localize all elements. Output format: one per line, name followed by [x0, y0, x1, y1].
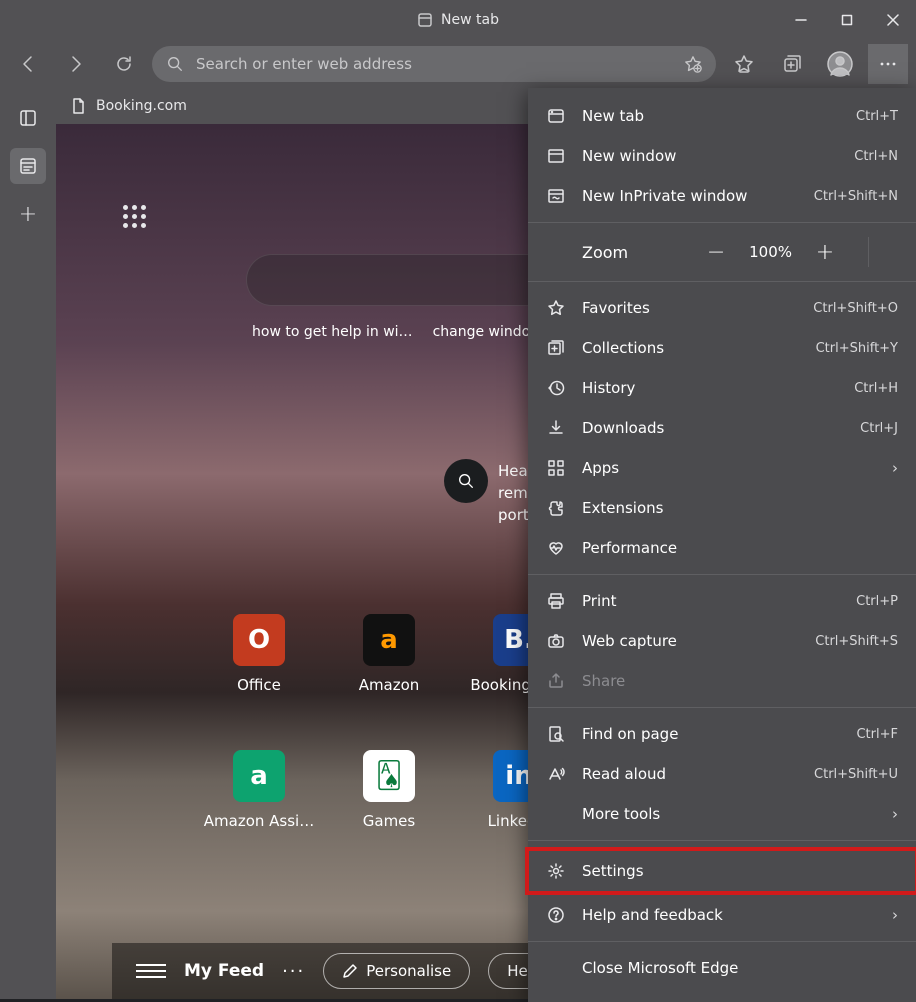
- news-headline[interactable]: Hea rem port: [498, 460, 529, 526]
- favorites-button[interactable]: [724, 44, 764, 84]
- suggestion-item[interactable]: how to get help in wi…: [252, 324, 413, 340]
- tile-icon: 🂡: [363, 750, 415, 802]
- zoom-value: 100%: [749, 243, 792, 261]
- quick-link-tile[interactable]: a Amazon Assi…: [194, 750, 324, 830]
- app-launcher-icon[interactable]: [120, 202, 148, 230]
- vertical-tab-rail: +: [0, 88, 56, 999]
- chevron-right-icon: ›: [892, 906, 898, 924]
- quick-link-tile[interactable]: O Office: [194, 614, 324, 694]
- menu-zoom: Zoom − 100% +: [528, 229, 916, 275]
- download-icon: [546, 418, 566, 438]
- tile-label: Amazon: [359, 676, 420, 694]
- tile-icon: a: [363, 614, 415, 666]
- share-icon: [546, 671, 566, 691]
- heart-pulse-icon: [546, 538, 566, 558]
- puzzle-icon: [546, 498, 566, 518]
- tile-label: Games: [363, 812, 415, 830]
- news-search-icon[interactable]: [444, 459, 488, 503]
- collections-icon: [546, 338, 566, 358]
- feed-title: My Feed: [184, 961, 264, 981]
- collections-button[interactable]: [772, 44, 812, 84]
- feed-more-button[interactable]: ···: [282, 961, 305, 982]
- titlebar: New tab: [0, 0, 916, 40]
- window-title-text: New tab: [441, 12, 499, 28]
- feed-menu-button[interactable]: [136, 964, 166, 978]
- more-menu-button[interactable]: [868, 44, 908, 84]
- menu-history[interactable]: History Ctrl+H: [528, 368, 916, 408]
- menu-extensions[interactable]: Extensions: [528, 488, 916, 528]
- history-icon: [546, 378, 566, 398]
- search-icon: [166, 55, 184, 73]
- tile-icon: O: [233, 614, 285, 666]
- quick-link-tile[interactable]: a Amazon: [324, 614, 454, 694]
- window-close-button[interactable]: [870, 0, 916, 40]
- menu-performance[interactable]: Performance: [528, 528, 916, 568]
- apps-icon: [546, 458, 566, 478]
- quick-link-tile[interactable]: 🂡 Games: [324, 750, 454, 830]
- profile-button[interactable]: [820, 44, 860, 84]
- menu-new-tab[interactable]: New tab Ctrl+T: [528, 96, 916, 136]
- address-bar[interactable]: [152, 46, 716, 82]
- read-aloud-icon: [546, 764, 566, 784]
- personalise-button[interactable]: Personalise: [323, 953, 470, 989]
- menu-new-window[interactable]: New window Ctrl+N: [528, 136, 916, 176]
- tile-label: Office: [237, 676, 281, 694]
- fullscreen-button[interactable]: [868, 237, 898, 267]
- toolbar: [0, 40, 916, 88]
- menu-downloads[interactable]: Downloads Ctrl+J: [528, 408, 916, 448]
- new-tab-button[interactable]: +: [10, 196, 46, 232]
- chevron-right-icon: ›: [892, 459, 898, 477]
- menu-print[interactable]: Print Ctrl+P: [528, 581, 916, 621]
- tile-icon: a: [233, 750, 285, 802]
- refresh-button[interactable]: [104, 44, 144, 84]
- menu-apps[interactable]: Apps ›: [528, 448, 916, 488]
- menu-collections[interactable]: Collections Ctrl+Shift+Y: [528, 328, 916, 368]
- quick-links: OOfficeaAmazonB.Booking.comaAmazon Assi……: [194, 614, 584, 830]
- menu-share: Share: [528, 661, 916, 701]
- menu-help[interactable]: Help and feedback ›: [528, 895, 916, 935]
- menu-close-edge[interactable]: Close Microsoft Edge: [528, 948, 916, 988]
- tile-label: Amazon Assi…: [204, 812, 314, 830]
- settings-menu: New tab Ctrl+T New window Ctrl+N New InP…: [528, 88, 916, 1002]
- address-input[interactable]: [196, 55, 672, 73]
- search-suggestions: how to get help in wi… change windows: [246, 324, 555, 340]
- back-button[interactable]: [8, 44, 48, 84]
- page-icon: [70, 98, 86, 114]
- camera-icon: [546, 631, 566, 651]
- forward-button[interactable]: [56, 44, 96, 84]
- gear-icon: [546, 861, 566, 881]
- window-minimize-button[interactable]: [778, 0, 824, 40]
- menu-favorites[interactable]: Favorites Ctrl+Shift+O: [528, 288, 916, 328]
- window-icon: [546, 146, 566, 166]
- current-tab-button[interactable]: [10, 148, 46, 184]
- print-icon: [546, 591, 566, 611]
- inprivate-icon: [546, 186, 566, 206]
- menu-read-aloud[interactable]: Read aloud Ctrl+Shift+U: [528, 754, 916, 794]
- new-tab-icon: [546, 106, 566, 126]
- tab-actions-button[interactable]: [10, 100, 46, 136]
- zoom-in-button[interactable]: +: [814, 241, 836, 263]
- chevron-right-icon: ›: [892, 805, 898, 823]
- menu-find-on-page[interactable]: Find on page Ctrl+F: [528, 714, 916, 754]
- window-maximize-button[interactable]: [824, 0, 870, 40]
- add-favorite-icon[interactable]: [684, 55, 702, 73]
- search-page-icon: [546, 724, 566, 744]
- star-icon: [546, 298, 566, 318]
- menu-more-tools[interactable]: More tools ›: [528, 794, 916, 834]
- menu-inprivate[interactable]: New InPrivate window Ctrl+Shift+N: [528, 176, 916, 216]
- zoom-out-button[interactable]: −: [705, 241, 727, 263]
- menu-settings[interactable]: Settings: [528, 847, 916, 895]
- tab-label[interactable]: Booking.com: [96, 98, 187, 114]
- menu-web-capture[interactable]: Web capture Ctrl+Shift+S: [528, 621, 916, 661]
- help-icon: [546, 905, 566, 925]
